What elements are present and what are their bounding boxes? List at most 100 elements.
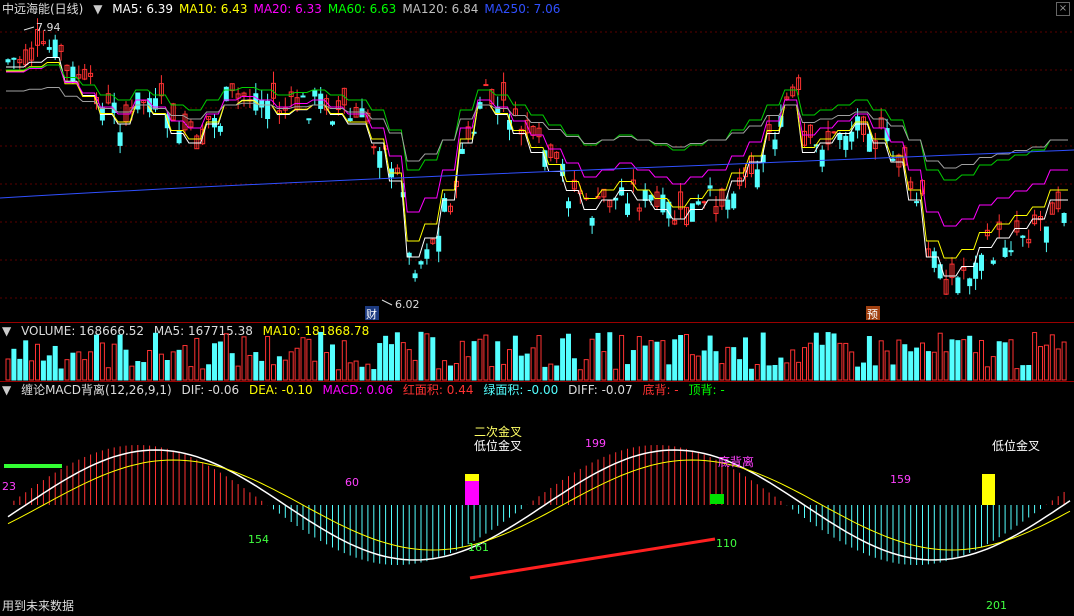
- volume-bar: [512, 335, 518, 381]
- volume-bar: [141, 362, 147, 381]
- volume-bar: [861, 362, 866, 381]
- volume-bar: [743, 337, 748, 381]
- candle-body: [418, 261, 424, 265]
- volume-bar: [94, 334, 99, 381]
- volume-bar: [1049, 334, 1055, 381]
- volume-bar: [571, 358, 577, 381]
- volume-bar: [330, 344, 335, 381]
- volume-bar: [424, 333, 430, 381]
- candle-body: [412, 273, 418, 279]
- volume-bar: [11, 348, 17, 381]
- candle-body: [1008, 250, 1014, 253]
- volume-bar: [837, 342, 843, 381]
- candle-body: [772, 139, 778, 150]
- volume-bar: [560, 338, 566, 381]
- candle-body: [212, 118, 217, 128]
- volume-bar: [318, 331, 324, 381]
- volume-bar: [436, 368, 442, 381]
- candle-body: [967, 278, 973, 287]
- volume-bar: [583, 359, 589, 381]
- candle-body: [731, 193, 737, 209]
- volume-bar: [507, 349, 512, 381]
- candle-body: [265, 100, 271, 120]
- volume-bar: [147, 349, 153, 381]
- volume-bar: [524, 353, 530, 381]
- volume-bar: [465, 356, 471, 381]
- volume-bar: [849, 351, 855, 381]
- volume-bar: [1026, 364, 1032, 381]
- volume-bar: [99, 342, 105, 381]
- volume-bar: [459, 340, 465, 381]
- candle-body: [625, 203, 630, 215]
- volume-bar: [554, 365, 560, 381]
- event-marker-cai-label: 财: [366, 307, 377, 321]
- volume-bar: [52, 345, 58, 381]
- volume-bar: [914, 347, 920, 381]
- candle-body: [1002, 247, 1008, 257]
- macd-chart[interactable]: 二次金叉 低位金叉 底背离 低位金叉 23 60 154 161 199 110…: [0, 381, 1074, 616]
- volume-bar: [495, 341, 501, 381]
- macd-num-199: 199: [585, 437, 606, 450]
- candle-body: [424, 249, 430, 259]
- volume-bar: [530, 347, 536, 381]
- price-chart[interactable]: 7.94 6.02 财 预: [0, 0, 1074, 322]
- volume-bar: [1008, 339, 1014, 381]
- volume-bar: [884, 350, 890, 381]
- candle-body: [330, 121, 335, 125]
- volume-bar: [294, 347, 300, 381]
- candle-body: [318, 93, 324, 109]
- volume-bar: [276, 356, 282, 381]
- volume-bar: [595, 332, 601, 381]
- volume-bar: [477, 338, 483, 381]
- volume-bar: [518, 355, 524, 381]
- volume-bar: [766, 365, 772, 381]
- candle-body: [849, 131, 855, 142]
- volume-bar: [288, 351, 294, 381]
- candle-body: [866, 133, 872, 152]
- candle-body: [589, 217, 595, 226]
- volume-bar: [105, 367, 111, 381]
- volume-bar: [324, 352, 330, 381]
- volume-bar: [902, 344, 908, 381]
- candle-body: [914, 201, 920, 204]
- volume-bar: [46, 355, 52, 381]
- candle-body: [837, 133, 843, 141]
- volume-bar: [489, 366, 495, 381]
- candle-body: [819, 149, 825, 167]
- candle-body: [831, 131, 837, 134]
- volume-bar: [70, 352, 76, 381]
- volume-bar: [542, 366, 548, 381]
- volume-bar: [76, 351, 82, 381]
- volume-bar: [200, 368, 206, 381]
- volume-bar: [654, 341, 660, 381]
- candle-body: [931, 251, 937, 268]
- volume-bar: [955, 340, 961, 381]
- volume-bar: [577, 369, 583, 381]
- volume-bar: [961, 339, 967, 381]
- volume-bar: [731, 347, 737, 381]
- volume-bar: [831, 333, 837, 381]
- volume-bar: [660, 340, 666, 381]
- volume-chart[interactable]: [0, 322, 1074, 382]
- volume-bar: [684, 334, 689, 381]
- volume-bar: [1038, 346, 1043, 381]
- volume-bar: [29, 360, 35, 381]
- volume-bar: [601, 351, 607, 381]
- candle-body: [70, 66, 76, 82]
- volume-bar: [170, 351, 176, 381]
- volume-bar: [1061, 341, 1067, 381]
- candle-body: [5, 59, 11, 63]
- volume-bar: [412, 359, 418, 381]
- candle-body: [955, 277, 961, 294]
- volume-bar: [17, 358, 23, 381]
- volume-bar: [707, 335, 713, 381]
- candle-body: [707, 185, 713, 189]
- volume-bar: [872, 365, 878, 381]
- candle-body: [695, 201, 701, 205]
- volume-bar: [418, 331, 424, 381]
- volume-bar: [713, 351, 719, 381]
- volume-bar: [1055, 348, 1061, 381]
- volume-bar: [807, 342, 813, 381]
- volume-bar: [1002, 342, 1008, 381]
- volume-bar: [129, 365, 135, 381]
